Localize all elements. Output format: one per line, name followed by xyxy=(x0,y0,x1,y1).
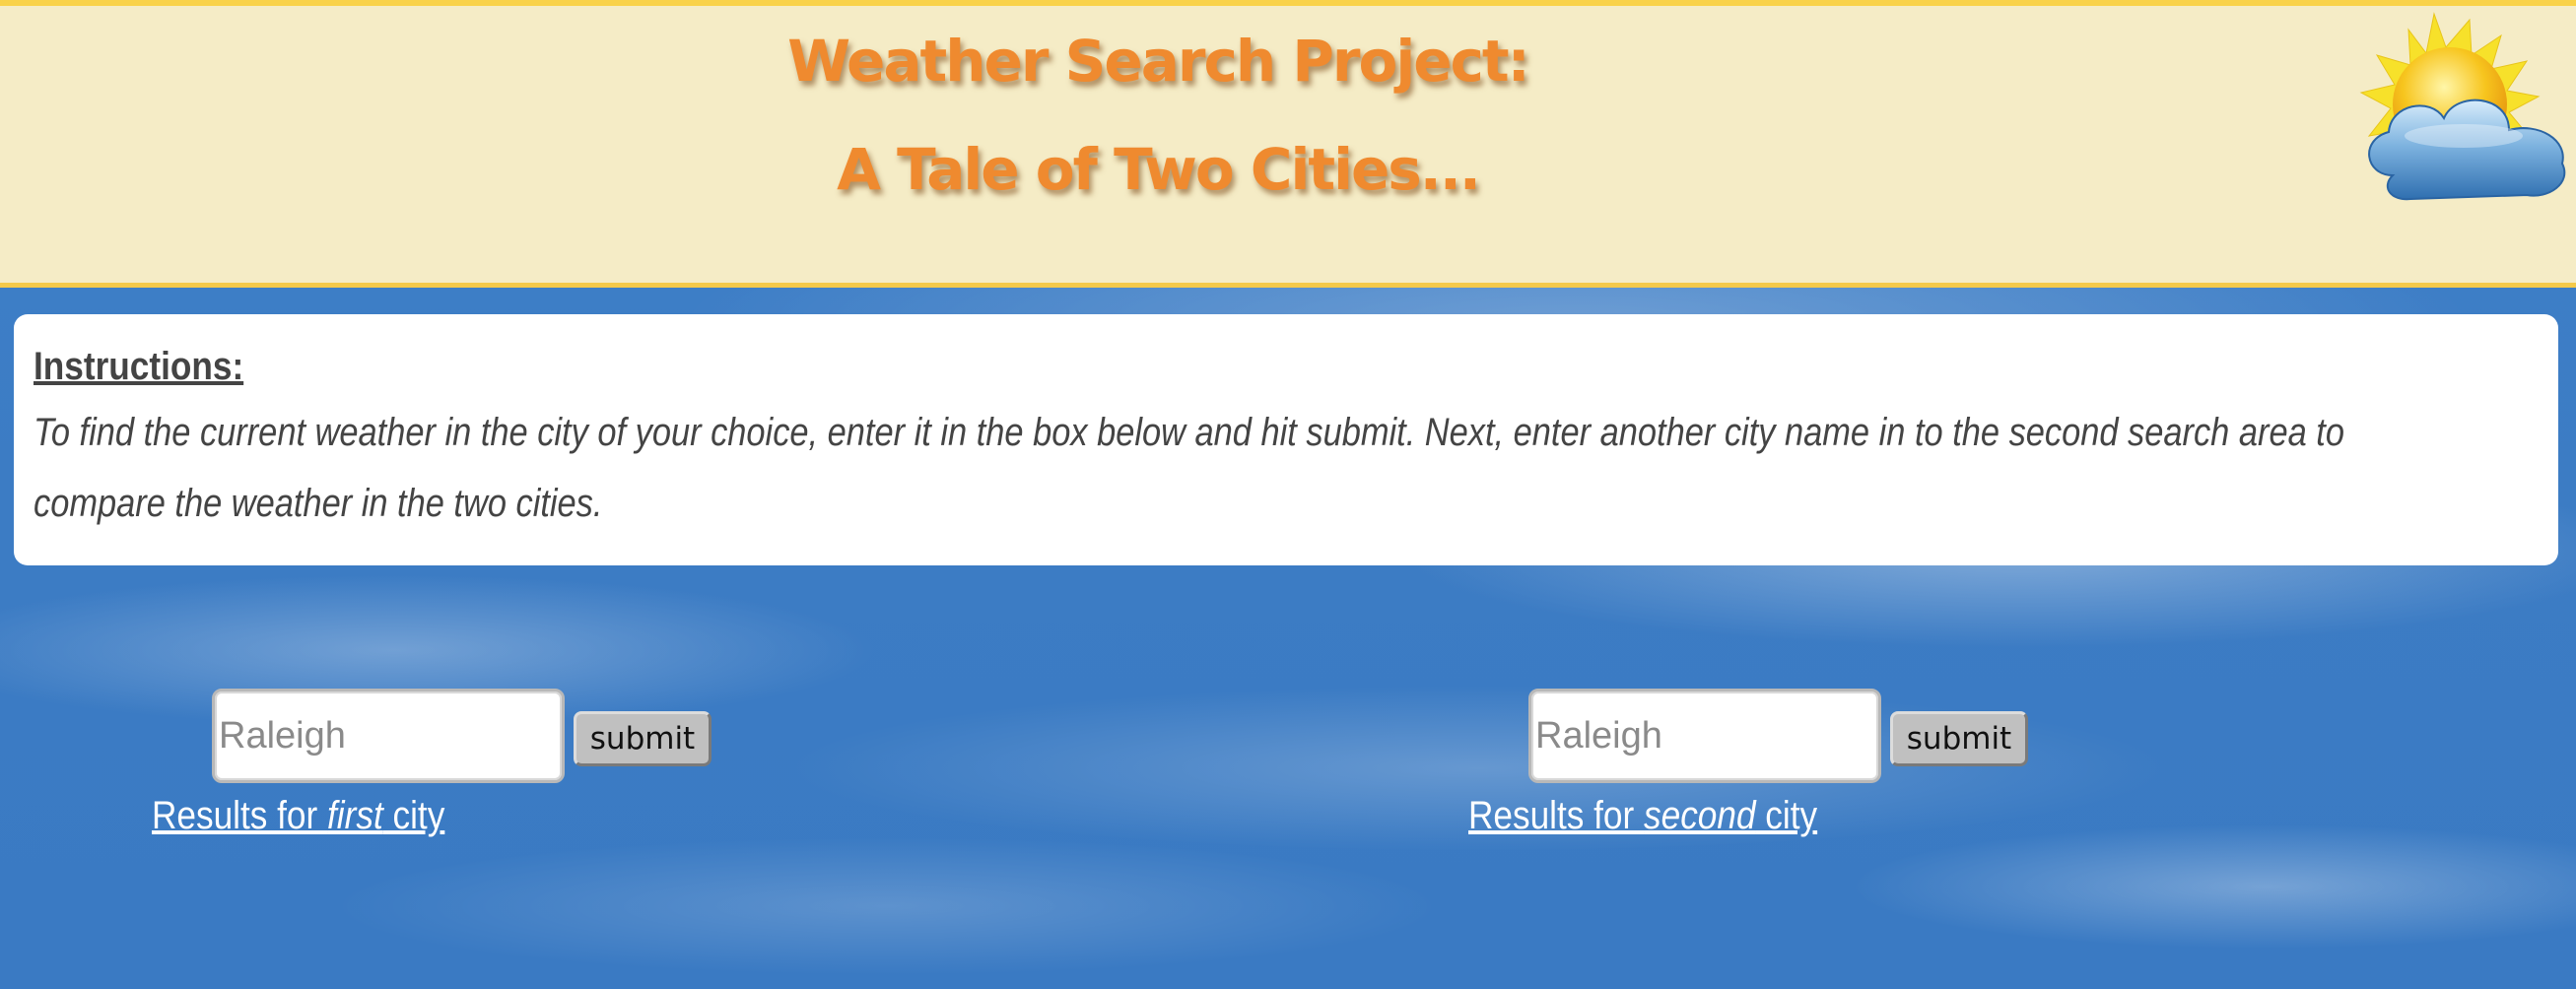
page-title-line-2: A Tale of Two Cities... xyxy=(837,136,1481,203)
page-title-line-1: Weather Search Project: xyxy=(787,28,1530,95)
results-prefix: Results for xyxy=(152,794,328,837)
instructions-heading: Instructions: xyxy=(34,345,244,388)
results-suffix: city xyxy=(382,794,445,837)
page-header: Weather Search Project: A Tale of Two Ci… xyxy=(0,0,2576,288)
first-city-results-link[interactable]: Results for first city xyxy=(152,794,444,838)
sun-behind-cloud-icon xyxy=(2359,12,2566,201)
second-city-input[interactable] xyxy=(1528,689,1881,783)
second-city-submit-button[interactable]: submit xyxy=(1890,711,2028,766)
results-emphasis: first xyxy=(327,794,383,837)
instructions-text: To find the current weather in the city … xyxy=(34,411,2344,525)
first-city-input[interactable] xyxy=(212,689,565,783)
first-city-submit-button[interactable]: submit xyxy=(574,711,712,766)
results-suffix: city xyxy=(1755,794,1818,837)
instructions-panel: Instructions: To find the current weathe… xyxy=(14,314,2558,565)
results-prefix: Results for xyxy=(1468,794,1645,837)
results-emphasis: second xyxy=(1644,794,1756,837)
second-city-results-link[interactable]: Results for second city xyxy=(1468,794,1817,838)
